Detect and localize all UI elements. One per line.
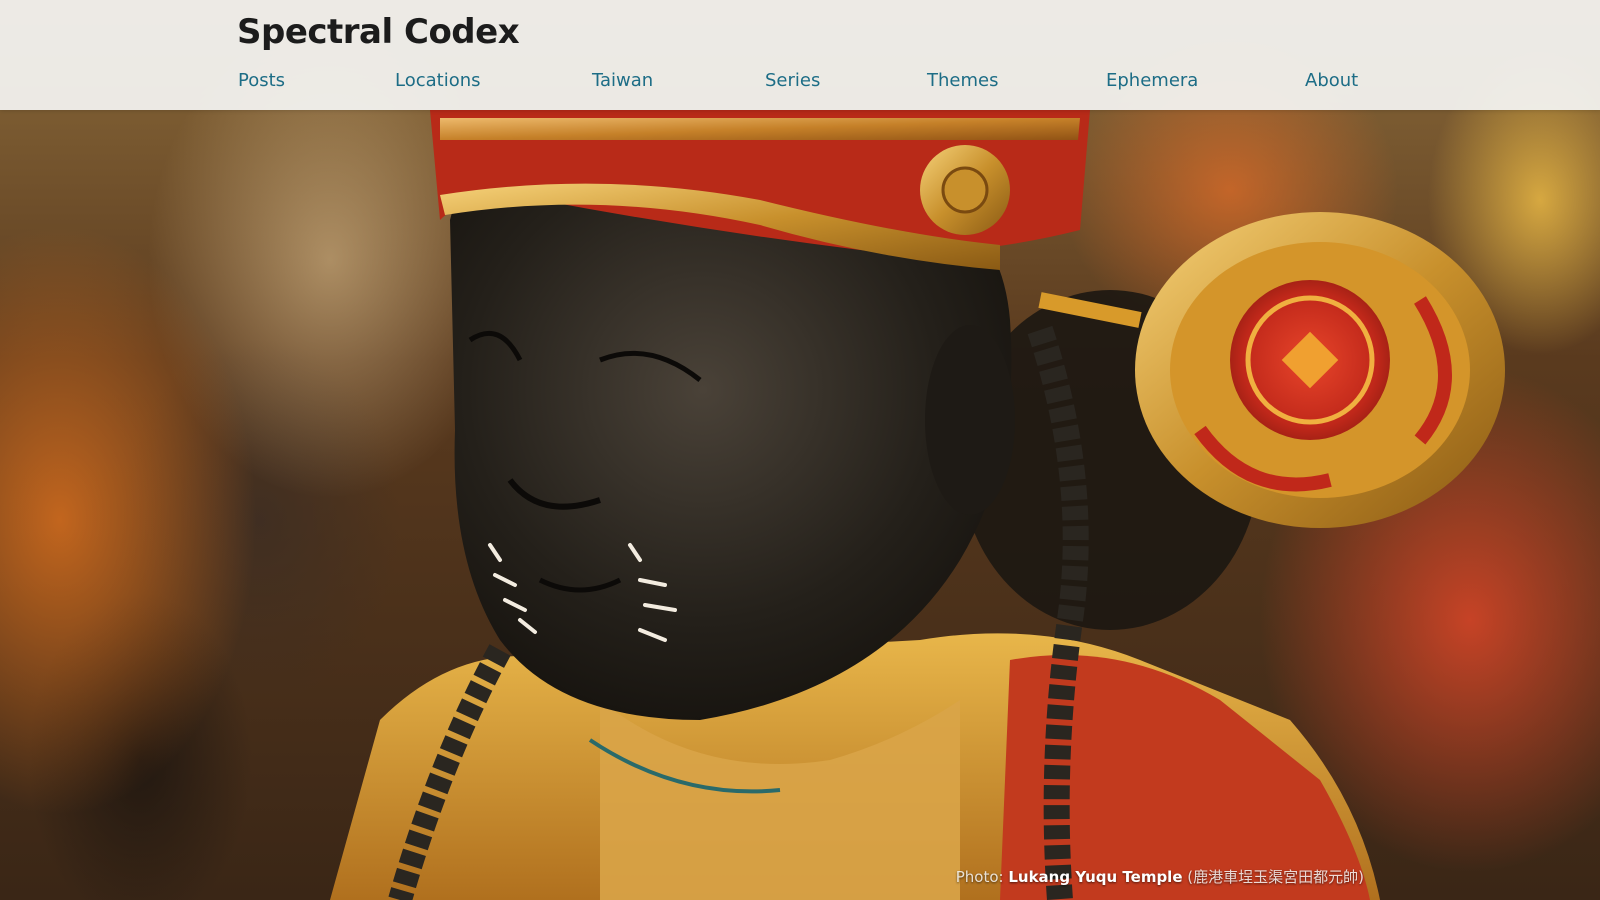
nav-item-themes[interactable]: Themes [927,70,998,91]
hero-photo [0,0,1600,900]
nav-item-taiwan[interactable]: Taiwan [592,70,653,91]
site-header: Spectral Codex Posts Locations Taiwan Se… [0,0,1600,110]
site-title-link[interactable]: Spectral Codex [237,12,520,52]
nav-item-series[interactable]: Series [765,70,820,91]
main-nav: Posts Locations Taiwan Series Themes Eph… [0,70,1600,100]
photo-caption: Photo: Lukang Yuqu Temple (鹿港車埕玉渠宮田都元帥) [956,866,1364,887]
caption-suffix: (鹿港車埕玉渠宮田都元帥) [1187,868,1364,886]
caption-title: Lukang Yuqu Temple [1008,868,1183,886]
temple-statue-illustration [330,110,1505,900]
nav-item-about[interactable]: About [1305,70,1358,91]
caption-prefix: Photo: [955,868,1004,886]
nav-item-ephemera[interactable]: Ephemera [1106,70,1198,91]
nav-item-locations[interactable]: Locations [395,70,481,91]
nav-item-posts[interactable]: Posts [238,70,285,91]
